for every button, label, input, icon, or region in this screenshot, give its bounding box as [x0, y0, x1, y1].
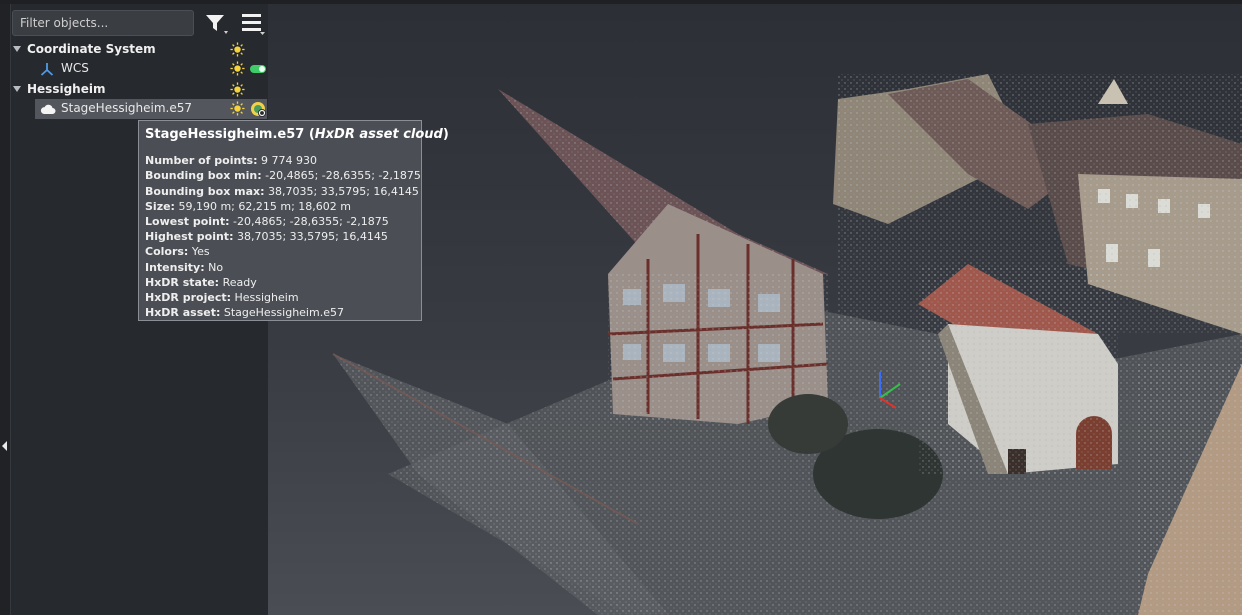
hxdr-status-icon[interactable] — [250, 101, 267, 118]
tooltip-row-bounding-box-max: Bounding box max: 38,7035; 33,5795; 16,4… — [145, 184, 419, 198]
tooltip-row-bounding-box-min: Bounding box min: -20,4865; -28,6355; -2… — [145, 169, 421, 183]
sun-icon[interactable] — [230, 101, 245, 116]
filter-button[interactable] — [203, 12, 229, 36]
tooltip-row-highest-point: Highest point: 38,7035; 33,5795; 16,4145 — [145, 230, 388, 244]
chevron-down-icon[interactable] — [13, 86, 21, 92]
tree-group-coordinate-system[interactable]: Coordinate System — [10, 40, 268, 60]
chevron-down-icon[interactable] — [13, 46, 21, 52]
tooltip-type-suffix: ) — [442, 127, 449, 142]
tree-item-label: WCS — [61, 61, 89, 75]
tooltip-row-hxdr-asset: HxDR asset: StageHessigheim.e57 — [145, 306, 344, 320]
tree-item-label: StageHessigheim.e57 — [61, 101, 193, 115]
collapse-left-icon[interactable] — [2, 441, 7, 451]
tooltip-row-lowest-point: Lowest point: -20,4865; -28,6355; -2,187… — [145, 215, 389, 229]
cloud-icon — [40, 104, 56, 114]
tree-group-hessigheim[interactable]: Hessigheim — [10, 80, 268, 100]
sun-icon[interactable] — [230, 82, 245, 97]
tooltip-title: StageHessigheim.e57 (HxDR asset cloud) — [145, 127, 449, 142]
visibility-toggle[interactable] — [250, 65, 266, 73]
tooltip-row-intensity: Intensity: No — [145, 260, 224, 274]
axes-icon — [40, 63, 54, 76]
tree-group-label: Hessigheim — [27, 82, 106, 96]
panel-collapse-strip[interactable] — [0, 4, 11, 615]
tooltip-object-name: StageHessigheim.e57 — [145, 127, 305, 142]
tooltip-row-size: Size: 59,190 m; 62,215 m; 18,602 m — [145, 199, 351, 213]
funnel-icon — [206, 15, 228, 34]
tooltip-row-hxdr-state: HxDR state: Ready — [145, 275, 257, 289]
tree-item-stagehessigheim[interactable]: StageHessigheim.e57 — [10, 99, 268, 119]
sun-icon[interactable] — [230, 61, 245, 76]
tooltip-row-hxdr-project: HxDR project: Hessigheim — [145, 291, 299, 305]
tree-item-wcs[interactable]: WCS — [10, 59, 268, 79]
tooltip-row-number-of-points: Number of points: 9 774 930 — [145, 154, 317, 168]
object-info-tooltip: StageHessigheim.e57 (HxDR asset cloud) N… — [138, 120, 449, 321]
sun-icon[interactable] — [230, 42, 245, 57]
tooltip-row-colors: Colors: Yes — [145, 245, 210, 259]
tree-group-label: Coordinate System — [27, 42, 156, 56]
hamburger-menu-icon — [242, 14, 265, 35]
tooltip-type-prefix: ( — [304, 127, 315, 142]
menu-button[interactable] — [240, 12, 266, 36]
tooltip-object-type: HxDR asset cloud — [314, 127, 443, 142]
filter-objects-input[interactable] — [12, 10, 194, 36]
